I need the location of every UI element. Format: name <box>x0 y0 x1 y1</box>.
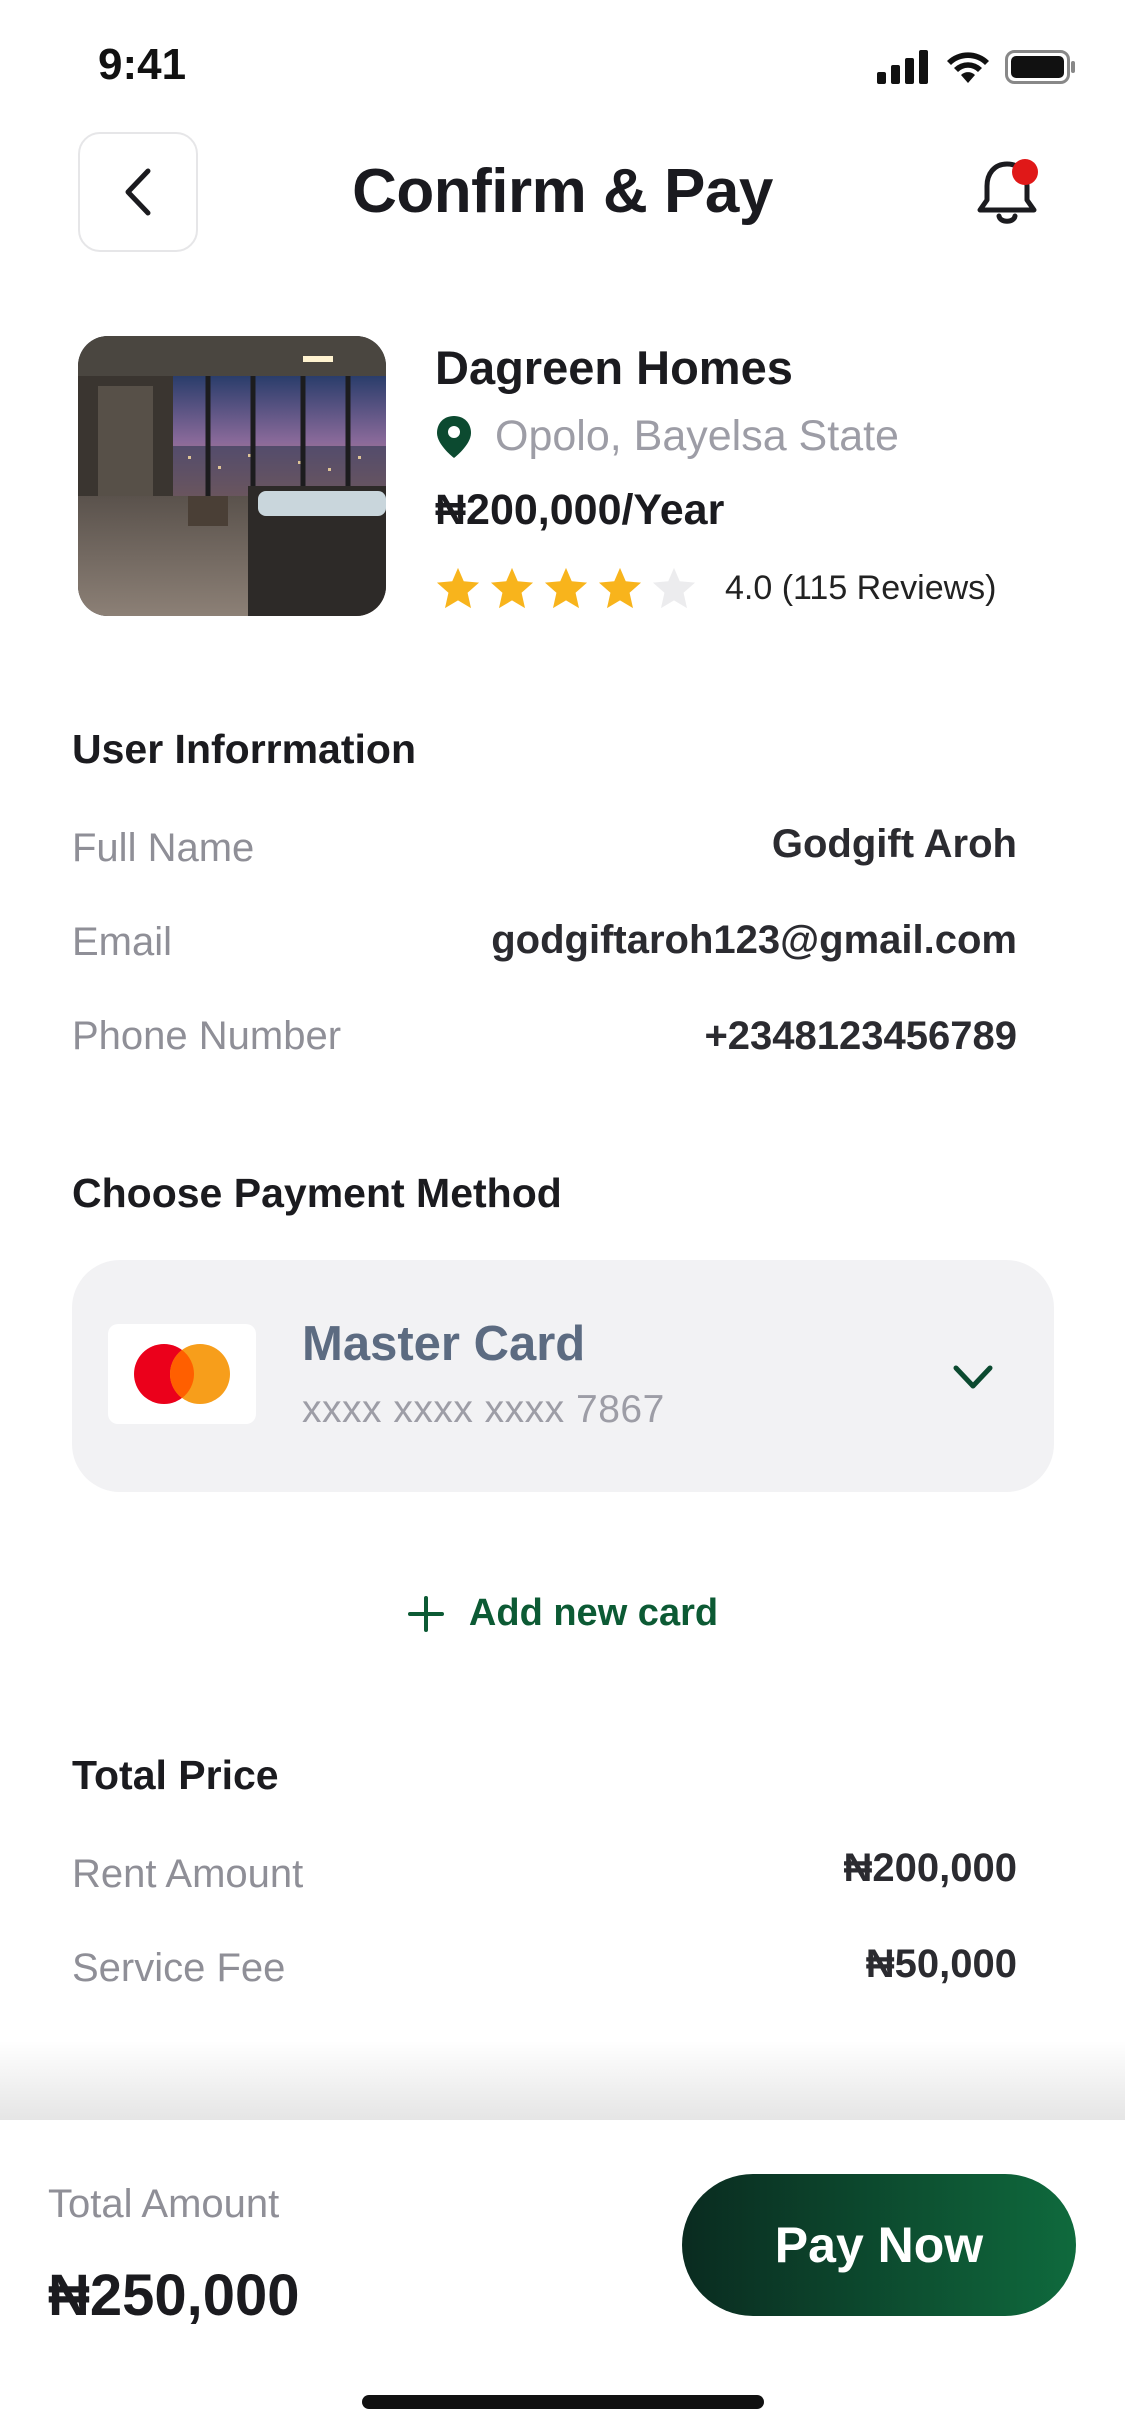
total-amount-label: Total Amount <box>48 2182 280 2226</box>
rent-amount-label: Rent Amount <box>72 1852 304 1896</box>
star-icon <box>436 567 480 609</box>
mastercard-logo-icon <box>108 1324 256 1424</box>
star-empty-icon <box>652 567 696 609</box>
home-indicator <box>362 2395 764 2409</box>
plus-icon <box>407 1595 444 1632</box>
property-location-text: Opolo, Bayelsa State <box>495 412 899 460</box>
property-price: ₦200,000/Year <box>435 486 725 534</box>
property-image <box>78 336 386 616</box>
notification-dot <box>1012 159 1038 185</box>
full-name-label: Full Name <box>72 826 255 870</box>
phone-value: +2348123456789 <box>704 1014 1017 1058</box>
email-label: Email <box>72 920 173 964</box>
wifi-icon <box>947 52 989 83</box>
add-new-card-button[interactable]: Add new card <box>0 1592 1125 1635</box>
chevron-down-icon[interactable] <box>950 1358 996 1398</box>
status-time: 9:41 <box>98 40 187 89</box>
bell-icon <box>977 159 1038 224</box>
property-location: Opolo, Bayelsa State <box>435 412 899 461</box>
status-icons <box>877 50 1077 84</box>
add-new-card-label: Add new card <box>468 1592 719 1634</box>
bottom-bar-shadow <box>0 2040 1125 2120</box>
rating-text: 4.0 (115 Reviews) <box>725 568 997 607</box>
property-rating: 4.0 (115 Reviews) <box>435 566 997 610</box>
page-title: Confirm & Pay <box>352 157 773 226</box>
notification-button[interactable] <box>970 152 1050 232</box>
star-icon <box>598 567 642 609</box>
user-info-title: User Inforrmation <box>72 726 416 772</box>
property-name: Dagreen Homes <box>435 341 793 394</box>
star-icon <box>490 567 534 609</box>
payment-method-title: Choose Payment Method <box>72 1170 562 1216</box>
card-number: xxxx xxxx xxxx 7867 <box>302 1388 665 1431</box>
pay-now-button[interactable]: Pay Now <box>682 2174 1076 2316</box>
star-icon <box>544 567 588 609</box>
location-pin-icon <box>437 415 471 458</box>
service-fee-label: Service Fee <box>72 1946 286 1990</box>
email-value: godgiftaroh123@gmail.com <box>491 918 1017 962</box>
service-fee-value: ₦50,000 <box>865 1942 1017 1986</box>
total-amount-value: ₦250,000 <box>48 2263 300 2328</box>
phone-label: Phone Number <box>72 1014 342 1058</box>
rent-amount-value: ₦200,000 <box>843 1846 1017 1890</box>
card-name: Master Card <box>302 1317 586 1371</box>
full-name-value: Godgift Aroh <box>771 822 1017 866</box>
total-price-title: Total Price <box>72 1752 279 1798</box>
battery-icon <box>1005 50 1075 84</box>
cellular-signal-icon <box>877 50 928 84</box>
